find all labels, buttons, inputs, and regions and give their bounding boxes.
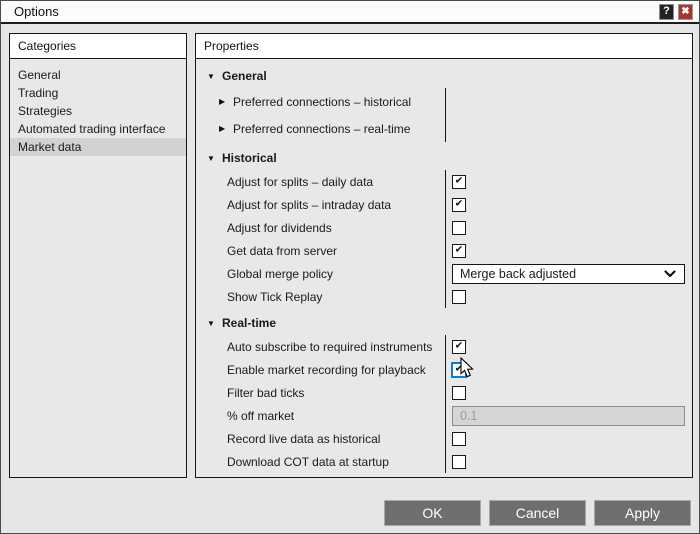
section-general[interactable]: ▼ General [196, 64, 692, 88]
close-icon: ✖ [681, 5, 690, 17]
category-item-strategies[interactable]: Strategies [10, 102, 186, 120]
row-value: ✔ [445, 358, 692, 381]
row-value: ✔ [445, 239, 692, 262]
properties-body: ▼ General ▶ Preferred connections – hist… [196, 59, 692, 477]
row-label: Preferred connections – real-time [233, 121, 411, 136]
row-adjust-dividends: Adjust for dividends ✔ [196, 216, 692, 239]
categories-header: Categories [10, 34, 186, 59]
category-item-automated-trading-interface[interactable]: Automated trading interface [10, 120, 186, 138]
row-preferred-connections-real-time: ▶ Preferred connections – real-time [196, 115, 692, 142]
row-pct-off-market: % off market 0.1 [196, 404, 692, 427]
row-value: ✔ [445, 170, 692, 193]
filter-bad-ticks-checkbox[interactable]: ✔ [452, 385, 466, 400]
row-filter-bad-ticks: Filter bad ticks ✔ [196, 381, 692, 404]
row-global-merge-policy: Global merge policy Merge back adjusted [196, 262, 692, 285]
adjust-splits-intraday-checkbox[interactable]: ✔ [452, 197, 466, 212]
row-value: 0.1 [445, 404, 692, 427]
row-label: Adjust for splits – intraday data [227, 197, 392, 212]
row-label: Record live data as historical [227, 431, 381, 446]
download-cot-checkbox[interactable]: ✔ [452, 454, 466, 469]
options-dialog: Options ? ✖ Categories General Trading S… [0, 0, 700, 534]
chevron-down-icon [664, 269, 676, 277]
adjust-splits-daily-checkbox[interactable]: ✔ [452, 174, 466, 189]
row-show-tick-replay: Show Tick Replay ✔ [196, 285, 692, 308]
category-item-trading[interactable]: Trading [10, 84, 186, 102]
row-value: ✔ [445, 216, 692, 239]
row-adjust-splits-intraday: Adjust for splits – intraday data ✔ [196, 193, 692, 216]
row-preferred-connections-historical: ▶ Preferred connections – historical [196, 88, 692, 115]
cancel-button[interactable]: Cancel [489, 500, 586, 526]
section-real-time[interactable]: ▼ Real-time [196, 311, 692, 335]
collapse-arrow-icon: ▼ [207, 318, 215, 328]
row-value: ✔ [445, 381, 692, 404]
row-value [445, 88, 692, 115]
section-historical[interactable]: ▼ Historical [196, 146, 692, 170]
row-value: ✔ [445, 427, 692, 450]
row-adjust-splits-daily: Adjust for splits – daily data ✔ [196, 170, 692, 193]
row-value: ✔ [445, 335, 692, 358]
category-item-market-data[interactable]: Market data [10, 138, 186, 156]
expand-arrow-icon: ▶ [219, 97, 226, 106]
row-label: Adjust for splits – daily data [227, 174, 374, 189]
window-title: Options [14, 4, 59, 19]
row-label: Get data from server [227, 243, 338, 258]
checkmark-icon: ✔ [454, 340, 464, 351]
pct-off-market-input: 0.1 [452, 405, 685, 426]
checkmark-icon: ✔ [454, 175, 464, 186]
help-button[interactable]: ? [659, 3, 674, 20]
apply-button[interactable]: Apply [594, 500, 691, 526]
titlebar-buttons: ? ✖ [659, 3, 699, 20]
row-get-data-from-server: Get data from server ✔ [196, 239, 692, 262]
categories-panel: Categories General Trading Strategies Au… [9, 33, 187, 478]
checkmark-icon: ✔ [454, 198, 464, 209]
properties-header: Properties [196, 34, 692, 59]
row-record-live-data: Record live data as historical ✔ [196, 427, 692, 450]
row-enable-market-recording: Enable market recording for playback ✔ [196, 358, 692, 381]
section-label: Real-time [222, 316, 277, 330]
global-merge-policy-select[interactable]: Merge back adjusted [452, 263, 685, 284]
categories-list: General Trading Strategies Automated tra… [10, 59, 186, 156]
adjust-dividends-checkbox[interactable]: ✔ [452, 220, 466, 235]
row-download-cot: Download COT data at startup ✔ [196, 450, 692, 473]
section-label: Historical [222, 151, 277, 165]
row-label: Preferred connections – historical [233, 94, 412, 109]
collapse-arrow-icon: ▼ [207, 71, 215, 81]
close-button[interactable]: ✖ [678, 3, 693, 20]
enable-market-recording-checkbox[interactable]: ✔ [451, 361, 467, 378]
record-live-data-checkbox[interactable]: ✔ [452, 431, 466, 446]
show-tick-replay-checkbox[interactable]: ✔ [452, 289, 466, 304]
row-value: ✔ [445, 450, 692, 473]
properties-panel: Properties ▼ General ▶ Preferred connect… [195, 33, 693, 478]
row-label: Filter bad ticks [227, 385, 305, 400]
collapse-arrow-icon: ▼ [207, 153, 215, 163]
get-data-from-server-checkbox[interactable]: ✔ [452, 243, 466, 258]
checkmark-icon: ✔ [454, 244, 464, 255]
row-label: Adjust for dividends [227, 220, 332, 235]
row-label: % off market [227, 408, 295, 423]
auto-subscribe-checkbox[interactable]: ✔ [452, 339, 466, 354]
row-auto-subscribe: Auto subscribe to required instruments ✔ [196, 335, 692, 358]
row-label: Global merge policy [227, 266, 334, 281]
expand-arrow-icon: ▶ [219, 124, 226, 133]
category-item-general[interactable]: General [10, 66, 186, 84]
row-label: Auto subscribe to required instruments [227, 339, 433, 354]
checkmark-icon: ✔ [454, 363, 464, 374]
row-label: Show Tick Replay [227, 289, 323, 304]
row-value: Merge back adjusted [445, 262, 692, 285]
row-value: ✔ [445, 285, 692, 308]
section-label: General [222, 69, 267, 83]
row-value [445, 115, 692, 142]
row-label: Download COT data at startup [227, 454, 389, 469]
expander-preferred-connections-historical[interactable]: ▶ Preferred connections – historical [196, 88, 445, 115]
row-label: Enable market recording for playback [227, 362, 426, 377]
expander-preferred-connections-real-time[interactable]: ▶ Preferred connections – real-time [196, 115, 445, 142]
footer: OK Cancel Apply [384, 500, 691, 526]
help-icon: ? [663, 5, 670, 17]
titlebar: Options ? ✖ [1, 1, 699, 24]
selected-option: Merge back adjusted [460, 266, 577, 281]
ok-button[interactable]: OK [384, 500, 481, 526]
row-value: ✔ [445, 193, 692, 216]
